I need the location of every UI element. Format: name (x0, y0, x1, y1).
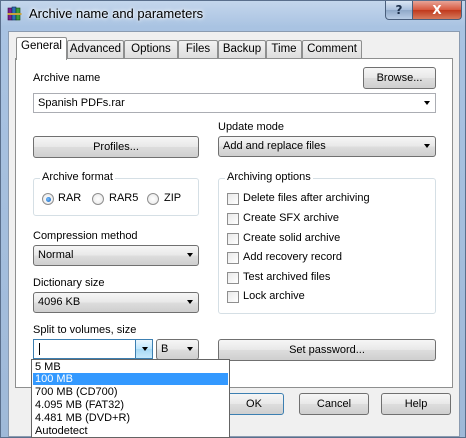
archiving-options-group: Archiving options Delete files after arc… (218, 171, 436, 314)
dictionary-size-value: 4096 KB (38, 296, 81, 308)
tab-options[interactable]: Options (124, 40, 178, 59)
dropdown-option[interactable]: 4.095 MB (FAT32) (33, 399, 228, 411)
checkbox-create-sfx[interactable] (227, 213, 239, 225)
checkbox-test-files[interactable] (227, 272, 239, 284)
archive-name-label: Archive name (33, 72, 101, 84)
split-unit-select[interactable]: B (156, 339, 199, 360)
checkbox-recovery-record[interactable] (227, 252, 239, 264)
help-title-button[interactable]: ? (385, 1, 413, 20)
archive-format-group: Archive format RAR RAR5 ZIP (33, 171, 199, 216)
checkbox-solid-archive-label[interactable]: Create solid archive (243, 232, 340, 244)
compression-method-select[interactable]: Normal (33, 245, 199, 266)
radio-zip[interactable] (147, 193, 159, 205)
winrar-books-icon (7, 6, 22, 21)
dropdown-option[interactable]: 700 MB (CD700) (33, 386, 228, 398)
set-password-button[interactable]: Set password... (218, 339, 436, 361)
compression-method-label: Compression method (33, 230, 138, 242)
update-mode-value: Add and replace files (223, 140, 326, 152)
compression-method-value: Normal (38, 249, 74, 261)
archive-name-value: Spanish PDFs.rar (38, 97, 125, 109)
update-mode-label: Update mode (218, 121, 285, 133)
dropdown-option[interactable]: 5 MB (33, 361, 228, 373)
chevron-down-icon (424, 144, 430, 148)
split-unit-value: B (161, 343, 169, 355)
close-button[interactable]: X (412, 1, 462, 20)
split-volumes-input[interactable] (33, 339, 153, 359)
split-volumes-dropdown-button[interactable] (135, 340, 152, 358)
help-button[interactable]: Help (381, 393, 451, 415)
dictionary-size-label: Dictionary size (33, 277, 105, 289)
checkbox-create-sfx-label[interactable]: Create SFX archive (243, 212, 339, 224)
chevron-down-icon (187, 300, 193, 304)
ok-button[interactable]: OK (224, 393, 284, 415)
tab-time[interactable]: Time (266, 40, 302, 59)
browse-button[interactable]: Browse... (363, 67, 436, 89)
split-volumes-dropdown-list: 5 MB 100 MB 700 MB (CD700) 4.095 MB (FAT… (31, 359, 230, 438)
dropdown-option[interactable]: Autodetect (33, 425, 228, 437)
radio-zip-label[interactable]: ZIP (164, 192, 181, 204)
update-mode-select[interactable]: Add and replace files (218, 136, 436, 157)
chevron-down-icon (142, 347, 148, 351)
split-volumes-label: Split to volumes, size (33, 324, 137, 336)
archiving-options-label: Archiving options (225, 171, 313, 183)
profiles-button[interactable]: Profiles... (33, 136, 199, 158)
checkbox-lock-archive[interactable] (227, 291, 239, 303)
tab-comment[interactable]: Comment (302, 40, 362, 59)
radio-rar5[interactable] (92, 193, 104, 205)
checkbox-delete-files-label[interactable]: Delete files after archiving (243, 192, 370, 204)
radio-rar5-label[interactable]: RAR5 (109, 192, 138, 204)
checkbox-delete-files[interactable] (227, 193, 239, 205)
radio-rar[interactable] (42, 193, 54, 205)
chevron-down-icon (187, 347, 193, 351)
dropdown-option[interactable]: 4.481 MB (DVD+R) (33, 412, 228, 424)
dropdown-option-selected[interactable]: 100 MB (33, 373, 228, 385)
radio-rar-label[interactable]: RAR (58, 192, 81, 204)
dictionary-size-select[interactable]: 4096 KB (33, 292, 199, 313)
tab-files[interactable]: Files (178, 40, 218, 59)
tab-advanced[interactable]: Advanced (67, 40, 124, 59)
archive-name-combo[interactable]: Spanish PDFs.rar (33, 93, 436, 113)
tab-backup[interactable]: Backup (218, 40, 266, 59)
title-bar[interactable]: Archive name and parameters ? X (1, 1, 466, 27)
checkbox-lock-archive-label[interactable]: Lock archive (243, 290, 305, 302)
chevron-down-icon (187, 253, 193, 257)
general-tab-panel: Archive name Browse... Spanish PDFs.rar … (15, 58, 453, 388)
checkbox-solid-archive[interactable] (227, 233, 239, 245)
checkbox-test-files-label[interactable]: Test archived files (243, 271, 330, 283)
cancel-button[interactable]: Cancel (299, 393, 369, 415)
window-title: Archive name and parameters (29, 6, 204, 21)
checkbox-recovery-record-label[interactable]: Add recovery record (243, 251, 342, 263)
text-caret (39, 343, 40, 355)
archive-format-label: Archive format (40, 171, 115, 183)
chevron-down-icon (424, 101, 430, 105)
tab-general[interactable]: General (16, 37, 67, 60)
